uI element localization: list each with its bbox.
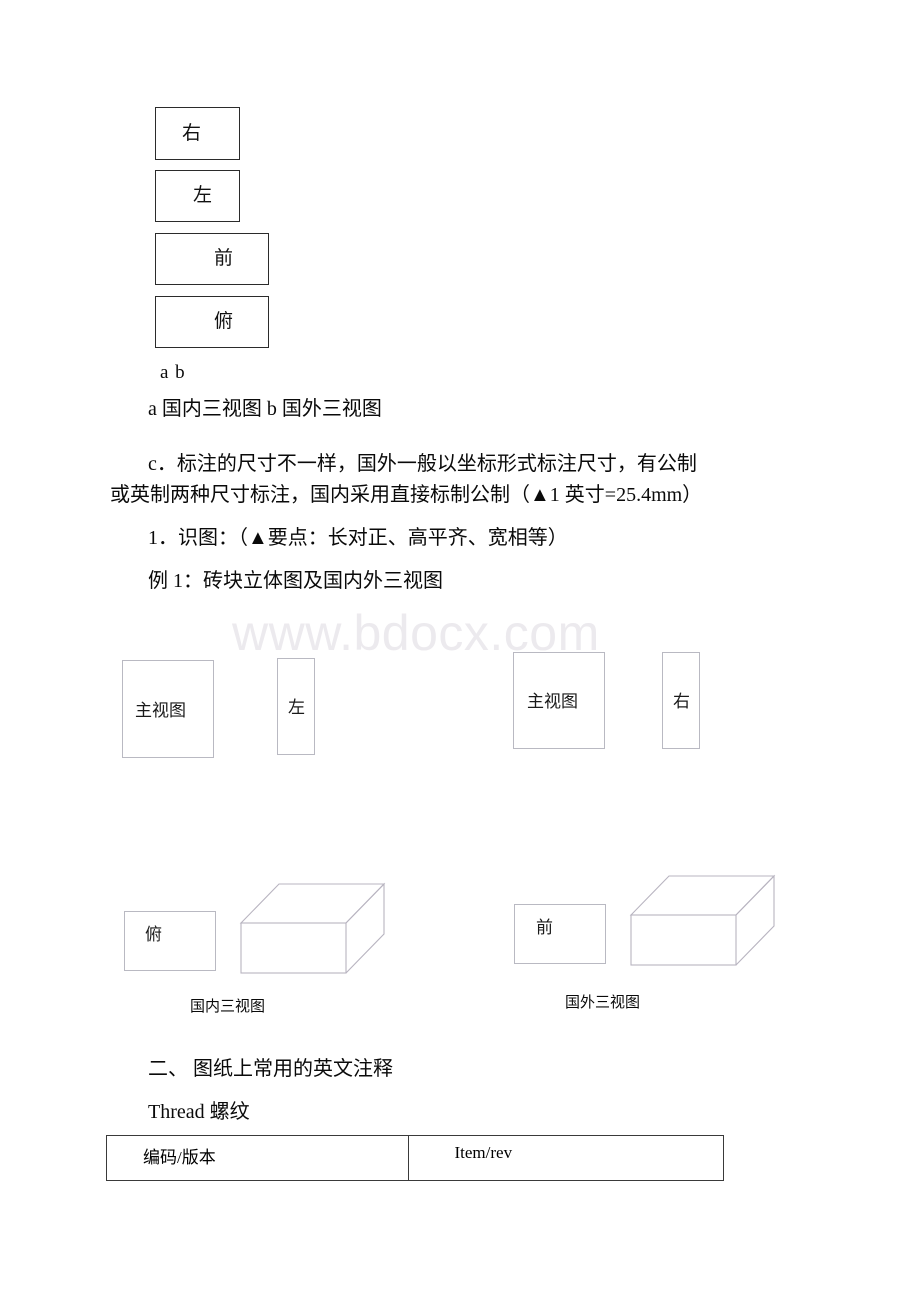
foreign-figure-caption: 国外三视图: [565, 995, 641, 1011]
watermark-text: www.bdocx.com: [232, 605, 600, 661]
domestic-top-view-box: 俯: [124, 911, 216, 971]
top-view-box: 俯: [155, 296, 269, 348]
foreign-main-view-box: 主视图: [513, 652, 605, 749]
glossary-entry-thread: Thread 螺纹: [148, 1101, 250, 1123]
front-view-box: 前: [155, 233, 269, 285]
section-2-heading: 二、 图纸上常用的英文注释: [148, 1058, 393, 1080]
item-1-shitu: 1．识图：（▲要点：长对正、高平齐、宽相等）: [148, 527, 568, 549]
paragraph-c-line1: c．标注的尺寸不一样，国外一般以坐标形式标注尺寸，有公制: [148, 453, 697, 475]
table-cell-code-version: 编码/版本: [106, 1135, 409, 1181]
table-row: 编码/版本 Item/rev: [106, 1135, 724, 1181]
right-view-box: 右: [155, 107, 240, 160]
right-view-box-label: 右: [182, 123, 202, 144]
foreign-side-view-box: 右: [662, 652, 700, 749]
document-page: www.bdocx.com 右 左 前 俯 a b a 国内三视图 b 国外三视…: [0, 0, 920, 1302]
cuboid-shape-icon: [629, 874, 776, 966]
table-cell-item-rev: Item/rev: [407, 1135, 724, 1181]
figure-caption-ab: a 国内三视图 b 国外三视图: [148, 398, 382, 420]
foreign-isometric-cuboid: [628, 872, 778, 977]
figure-label-ab: a b: [160, 362, 186, 383]
foreign-top-view-box: 前: [514, 904, 606, 964]
glossary-table: 编码/版本 Item/rev: [106, 1135, 724, 1181]
foreign-main-view-label: 主视图: [527, 692, 578, 711]
foreign-top-view-label: 前: [536, 918, 553, 937]
front-view-box-label: 前: [214, 248, 234, 269]
cuboid-shape-icon: [239, 882, 386, 974]
domestic-main-view-label: 主视图: [135, 701, 186, 720]
foreign-side-view-label: 右: [673, 692, 690, 711]
left-view-box: 左: [155, 170, 240, 222]
domestic-top-view-label: 俯: [145, 925, 162, 944]
domestic-side-view-label: 左: [288, 698, 305, 717]
domestic-main-view-box: 主视图: [122, 660, 214, 758]
paragraph-c-line2: 或英制两种尺寸标注，国内采用直接标制公制（▲1 英寸=25.4mm）: [110, 484, 703, 506]
domestic-side-view-box: 左: [277, 658, 315, 755]
left-view-box-label: 左: [193, 185, 213, 206]
top-view-box-label: 俯: [214, 311, 234, 332]
domestic-figure-caption: 国内三视图: [190, 999, 266, 1015]
domestic-isometric-cuboid: [238, 880, 388, 985]
example-1-heading: 例 1：砖块立体图及国内外三视图: [148, 570, 443, 592]
